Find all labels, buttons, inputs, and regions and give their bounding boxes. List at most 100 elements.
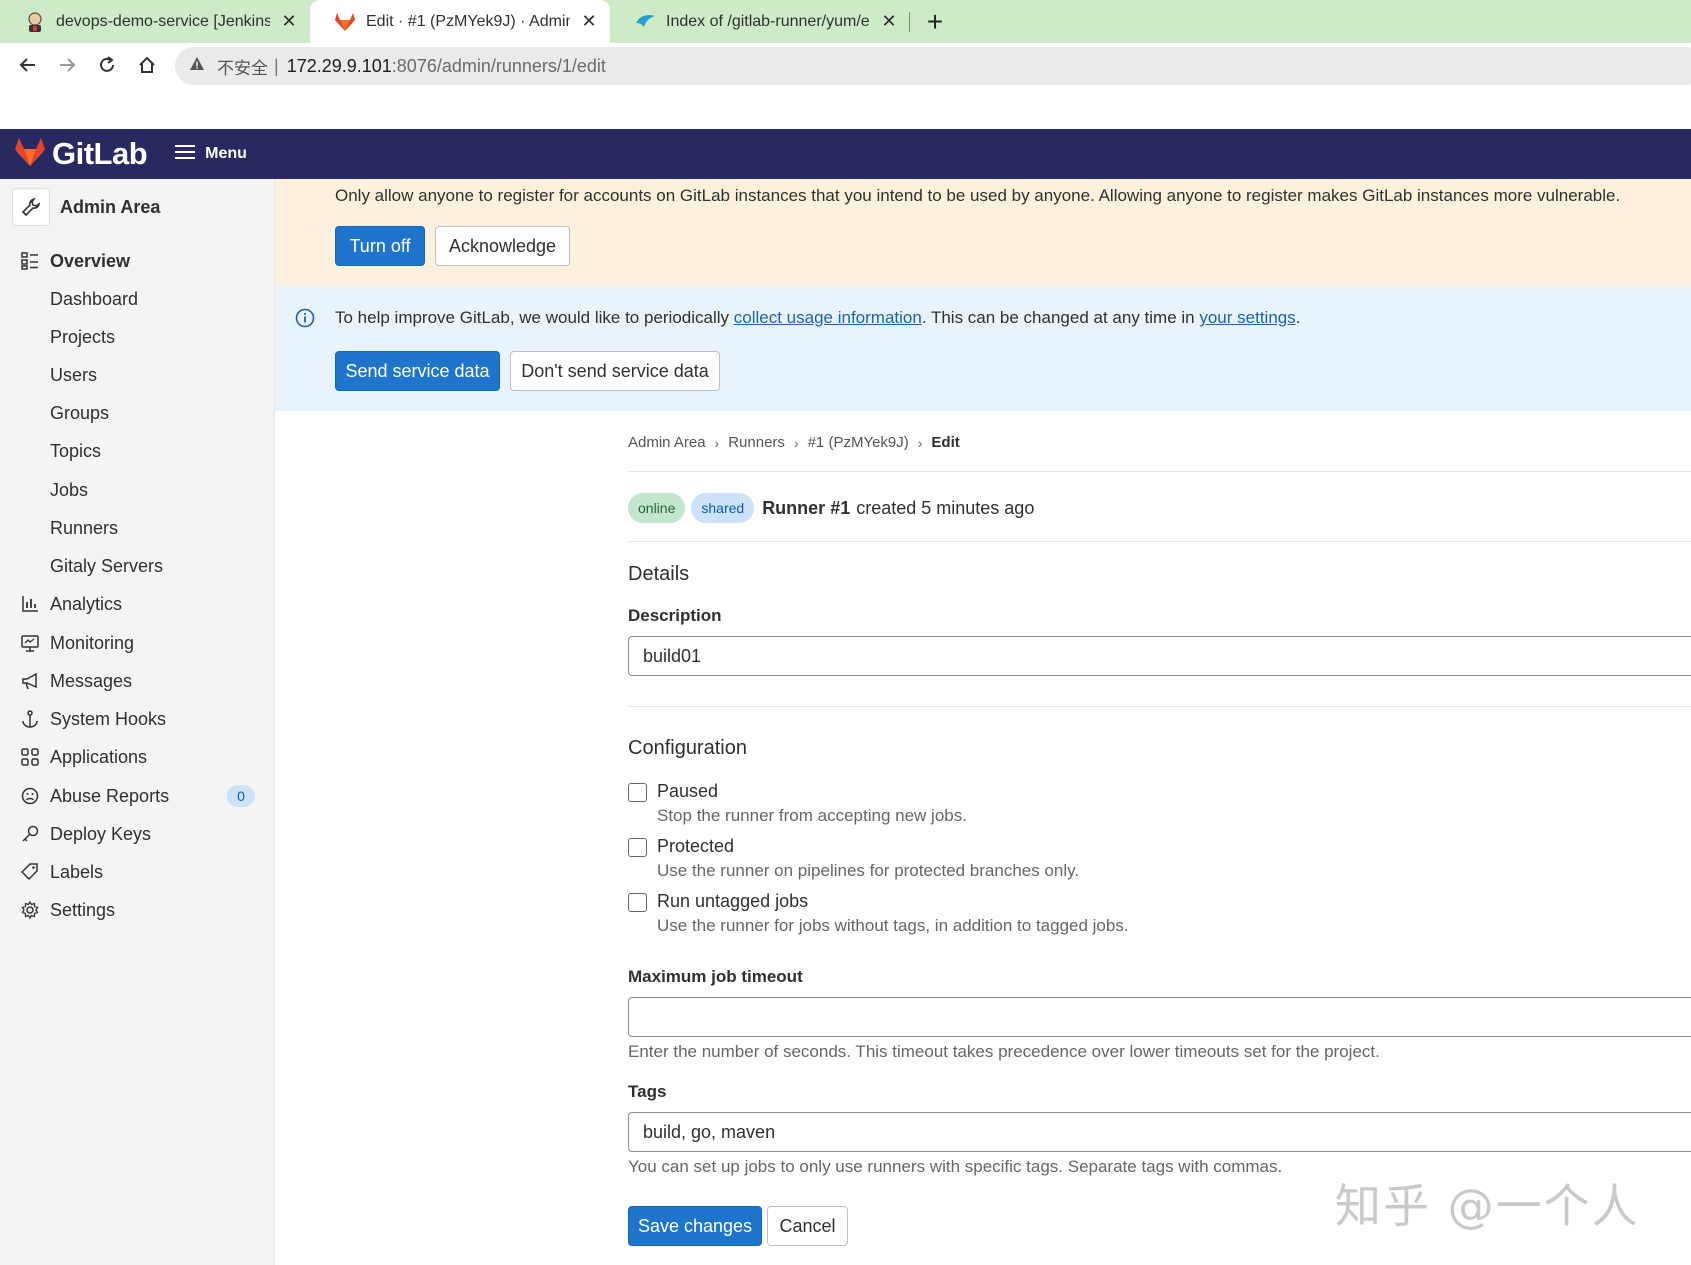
menu-button[interactable]: Menu [175, 144, 247, 165]
signup-warning-message: Only allow anyone to register for accoun… [335, 186, 1621, 205]
browser-tab-index[interactable]: Index of /gitlab-runner/yum/el7 ✕ [610, 0, 910, 43]
sidebar-item-settings[interactable]: Settings [0, 891, 275, 929]
breadcrumb-runner[interactable]: #1 (PzMYek9J) [808, 434, 909, 451]
runner-name: Runner #1 [762, 497, 851, 518]
signup-warning-banner: Only allow anyone to register for accoun… [275, 179, 1691, 286]
gear-icon [19, 899, 41, 921]
sidebar-item-label: Dashboard [50, 288, 139, 309]
address-bar: 不安全 | 172.29.9.101:8076/admin/runners/1/… [0, 43, 1691, 87]
breadcrumb: Admin Area › Runners › #1 (PzMYek9J) › E… [628, 434, 960, 451]
divider [628, 706, 1691, 707]
chart-icon [19, 593, 41, 615]
description-input[interactable]: build01 [628, 636, 1691, 676]
cancel-button[interactable]: Cancel [767, 1206, 848, 1246]
insecure-label[interactable]: 不安全 [217, 54, 268, 79]
sidebar-item-label: Applications [50, 746, 148, 767]
your-settings-link[interactable]: your settings [1199, 308, 1295, 327]
usage-text-middle: . This can be changed at any time in [921, 308, 1200, 327]
runner-created: created 5 minutes ago [856, 497, 1035, 518]
home-icon[interactable] [133, 51, 161, 79]
applications-icon [19, 746, 41, 768]
acknowledge-button[interactable]: Acknowledge [435, 226, 570, 266]
sidebar-item-label: Gitaly Servers [50, 555, 164, 576]
status-badge: online [628, 493, 686, 523]
sidebar-item-applications[interactable]: Applications [0, 738, 275, 776]
tags-label: Tags [628, 1082, 667, 1101]
jenkins-favicon-icon [24, 11, 46, 33]
tab-title: Index of /gitlab-runner/yum/el7 [666, 12, 870, 30]
sidebar-item-dashboard[interactable]: Dashboard [0, 280, 275, 318]
tags-input[interactable]: build, go, maven [628, 1112, 1691, 1152]
sidebar-item-deploy-keys[interactable]: Deploy Keys [0, 815, 275, 853]
sidebar-item-users[interactable]: Users [0, 356, 275, 394]
configuration-title: Configuration [628, 737, 747, 759]
gitlab-home-link[interactable]: GitLab [14, 136, 148, 172]
sidebar-item-monitoring[interactable]: Monitoring [0, 624, 275, 662]
sidebar-item-label: Deploy Keys [50, 823, 152, 844]
protected-checkbox[interactable] [628, 838, 647, 857]
browser-tab-jenkins[interactable]: devops-demo-service [Jenkins] ✕ [0, 0, 310, 43]
runner-type-badge: shared [691, 493, 755, 523]
breadcrumb-admin-area[interactable]: Admin Area [628, 434, 706, 451]
protected-label[interactable]: Protected [657, 836, 734, 857]
url-path: :8076/admin/runners/1/edit [391, 55, 606, 76]
tab-separator [909, 12, 910, 32]
sidebar-item-groups[interactable]: Groups [0, 394, 275, 432]
abuse-reports-count-badge: 0 [227, 785, 255, 807]
collect-usage-link[interactable]: collect usage information [734, 308, 922, 327]
run-untagged-checkbox[interactable] [628, 893, 647, 912]
divider [628, 541, 1691, 542]
sidebar-item-gitaly-servers[interactable]: Gitaly Servers [0, 547, 275, 585]
sidebar-item-system-hooks[interactable]: System Hooks [0, 700, 275, 738]
usage-text-before: To help improve GitLab, we would like to… [335, 308, 734, 327]
send-service-data-button[interactable]: Send service data [335, 351, 500, 391]
sidebar-context-admin-area[interactable]: Admin Area [12, 185, 160, 229]
gitlab-wordmark: GitLab [52, 136, 148, 171]
forward-icon[interactable] [53, 51, 81, 79]
url-field[interactable]: 不安全 | 172.29.9.101:8076/admin/runners/1/… [175, 47, 1691, 85]
gitlab-favicon-icon [334, 11, 356, 33]
sidebar-item-label: Monitoring [50, 632, 135, 653]
close-tab-icon[interactable]: ✕ [878, 11, 900, 32]
label-icon [19, 861, 41, 883]
sidebar-item-label: Users [50, 364, 98, 385]
admin-sidebar: Admin Area Overview Dashboard Projects U… [0, 179, 275, 1265]
sidebar-item-runners[interactable]: Runners [0, 509, 275, 547]
browser-tab-strip: devops-demo-service [Jenkins] ✕ Edit · #… [0, 0, 1691, 43]
turn-off-button[interactable]: Turn off [335, 226, 425, 266]
timeout-input[interactable] [628, 997, 1691, 1037]
warning-icon [189, 56, 209, 77]
url-separator: | [274, 55, 279, 76]
run-untagged-label[interactable]: Run untagged jobs [657, 891, 808, 912]
menu-label: Menu [205, 145, 247, 162]
save-changes-button[interactable]: Save changes [628, 1206, 762, 1246]
close-tab-icon[interactable]: ✕ [578, 11, 600, 32]
sidebar-item-label: Labels [50, 861, 104, 882]
close-tab-icon[interactable]: ✕ [278, 11, 300, 32]
tab-title: Edit · #1 (PzMYek9J) · Admin Area [366, 12, 570, 30]
dont-send-service-data-button[interactable]: Don't send service data [510, 351, 720, 391]
usage-text-after: . [1295, 308, 1301, 327]
sidebar-context-label: Admin Area [60, 196, 161, 217]
overview-icon [19, 250, 41, 272]
sidebar-item-projects[interactable]: Projects [0, 318, 275, 356]
sidebar-item-overview[interactable]: Overview [0, 242, 275, 280]
paused-label[interactable]: Paused [657, 781, 718, 802]
paused-checkbox[interactable] [628, 783, 647, 802]
reload-icon[interactable] [93, 51, 121, 79]
sidebar-item-labels[interactable]: Labels [0, 853, 275, 891]
sidebar-item-topics[interactable]: Topics [0, 432, 275, 470]
sidebar-item-messages[interactable]: Messages [0, 662, 275, 700]
chevron-right-icon: › [714, 434, 720, 451]
gitlab-logo-icon [14, 137, 46, 172]
bullhorn-icon [19, 670, 41, 692]
breadcrumb-runners[interactable]: Runners [728, 434, 785, 451]
timeout-label: Maximum job timeout [628, 967, 803, 986]
sidebar-item-jobs[interactable]: Jobs [0, 471, 275, 509]
sidebar-item-abuse-reports[interactable]: Abuse Reports 0 [0, 777, 275, 815]
wrench-icon [12, 188, 50, 226]
browser-tab-gitlab-edit[interactable]: Edit · #1 (PzMYek9J) · Admin Area ✕ [310, 0, 610, 43]
sidebar-item-analytics[interactable]: Analytics [0, 585, 275, 623]
back-icon[interactable] [14, 51, 42, 79]
new-tab-button[interactable]: + [920, 6, 950, 38]
